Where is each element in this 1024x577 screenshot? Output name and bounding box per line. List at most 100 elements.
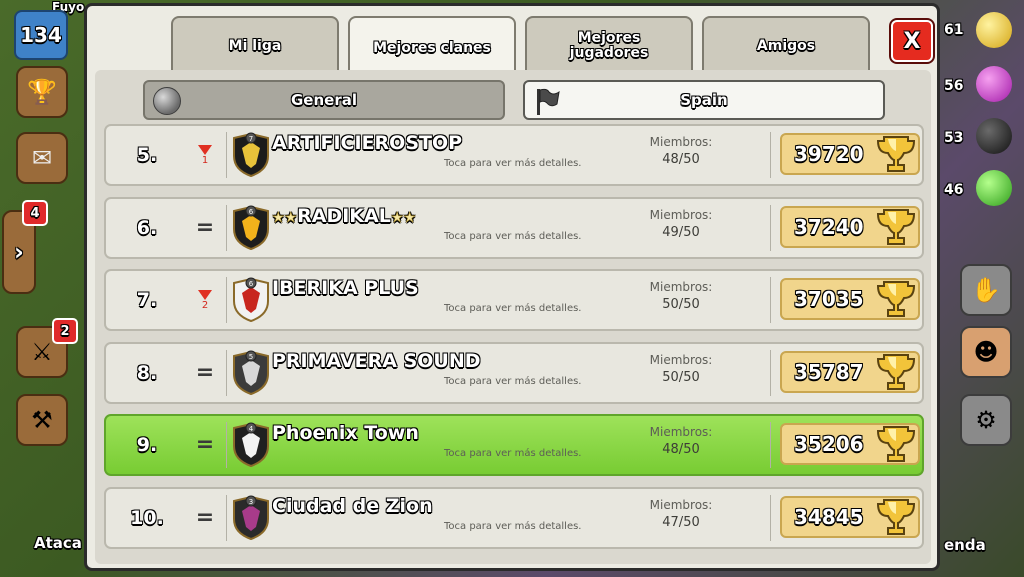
trophy-box: 37035 bbox=[780, 278, 920, 320]
attack-label[interactable]: Ataca bbox=[34, 534, 82, 552]
filter-general-button[interactable]: General bbox=[143, 80, 505, 120]
mail-button[interactable]: ✉ bbox=[16, 132, 68, 184]
row-divider bbox=[226, 422, 227, 468]
clan-name-text: IBERIKA PLUS bbox=[272, 277, 419, 299]
trophy-box: 35787 bbox=[780, 350, 920, 393]
player-level-badge: 134 bbox=[14, 10, 68, 60]
dark-elixir-icon bbox=[976, 118, 1012, 154]
tap-hint: Toca para ver más detalles. bbox=[444, 375, 582, 387]
rank-change: 1 bbox=[192, 126, 218, 184]
members-label: Miembros: bbox=[649, 135, 713, 149]
clan-name: Ciudad de Zion bbox=[272, 495, 433, 517]
clan-rank: 9. bbox=[136, 434, 158, 456]
rank-same-icon: = bbox=[195, 214, 215, 240]
row-divider bbox=[226, 277, 227, 323]
layout-edit-button[interactable]: ✋ bbox=[960, 264, 1012, 316]
members-label: Miembros: bbox=[649, 207, 713, 222]
clan-rank: 8. bbox=[136, 361, 158, 384]
trophy-box: 34845 bbox=[780, 495, 920, 538]
row-divider bbox=[770, 277, 771, 323]
row-divider bbox=[226, 132, 227, 178]
tab-top-clans[interactable]: Mejores clanes bbox=[348, 16, 516, 78]
tap-hint: Toca para ver más detalles. bbox=[444, 303, 582, 314]
character-icon: ☻ bbox=[973, 338, 999, 366]
clan-badge-red-icon: 6 bbox=[233, 277, 269, 323]
close-icon: X bbox=[903, 28, 921, 54]
leaderboard-panel: General Spain 5. 1 7 ARTIFICIEROSTOP Toca pa… bbox=[95, 70, 931, 564]
filter-country-label: Spain bbox=[680, 91, 728, 109]
rank-change: = bbox=[192, 199, 218, 257]
row-divider bbox=[226, 349, 227, 396]
clan-list[interactable]: 5. 1 7 ARTIFICIEROSTOP Toca para ver más det… bbox=[95, 124, 931, 564]
settings-button[interactable]: ⚙ bbox=[960, 394, 1012, 446]
rank-same-icon: = bbox=[195, 432, 215, 457]
members-count: 49/50 bbox=[662, 224, 700, 240]
badge-level: 6 bbox=[249, 208, 254, 216]
clan-row[interactable]: 8. = 5 PRIMAVERA SOUND Toca para ver más det… bbox=[104, 341, 924, 404]
clan-rank: 5. bbox=[136, 144, 158, 166]
dark-elixir-amount: 53 bbox=[944, 130, 964, 146]
members-info: Miembros: 49/50 bbox=[626, 207, 736, 241]
chat-button[interactable]: ☻ bbox=[960, 326, 1012, 378]
hammer-icon: ⚒ bbox=[31, 406, 53, 434]
star-icon: ★★ bbox=[272, 209, 298, 226]
members-count: 48/50 bbox=[662, 442, 700, 457]
clan-row[interactable]: 5. 1 7 ARTIFICIEROSTOP Toca para ver más det… bbox=[104, 124, 924, 186]
gem-amount: 46 bbox=[944, 182, 964, 198]
rank-change: = bbox=[192, 416, 218, 474]
clan-row[interactable]: 6. = 6 ★★RADIKAL★★ Toca para ver más detalle… bbox=[104, 196, 924, 259]
elixir-icon bbox=[976, 66, 1012, 102]
badge-level: 7 bbox=[249, 135, 253, 143]
filter-country-button[interactable]: Spain bbox=[523, 80, 885, 120]
tab-label: Mejores clanes bbox=[373, 39, 491, 56]
hand-icon: ✋ bbox=[971, 276, 1001, 304]
members-info: Miembros: 50/50 bbox=[626, 352, 736, 386]
trophy-button[interactable]: 🏆 bbox=[16, 66, 68, 118]
globe-icon bbox=[153, 87, 181, 115]
clan-name: ★★RADIKAL★★ bbox=[272, 205, 417, 227]
swords-icon: ⚔ bbox=[31, 338, 53, 366]
clan-name: Phoenix Town bbox=[272, 422, 419, 444]
trophy-icon bbox=[876, 281, 916, 317]
tab-top-players[interactable]: Mejores jugadores bbox=[525, 16, 693, 74]
rank-change: = bbox=[192, 344, 218, 402]
tab-label: Mejores jugadores bbox=[569, 30, 649, 61]
clan-name: IBERIKA PLUS bbox=[272, 277, 419, 299]
clan-name: ARTIFICIEROSTOP bbox=[272, 132, 462, 154]
clan-badge-dark-icon: 3 bbox=[233, 495, 269, 540]
flag-icon bbox=[537, 88, 560, 115]
trophy-icon bbox=[876, 353, 916, 390]
war-notification-badge: 4 bbox=[22, 200, 48, 226]
rank-same-icon: = bbox=[195, 359, 215, 385]
trophy-box: 37240 bbox=[780, 205, 920, 248]
members-label: Miembros: bbox=[649, 280, 713, 294]
row-divider bbox=[770, 132, 771, 178]
clan-name-text: PRIMAVERA SOUND bbox=[272, 349, 481, 372]
rank-change-number: 2 bbox=[201, 299, 209, 311]
rank-change: 2 bbox=[192, 271, 218, 329]
rank-down-icon bbox=[198, 144, 212, 155]
rank-down-icon bbox=[198, 289, 212, 300]
members-count: 47/50 bbox=[662, 514, 700, 530]
trophy-count: 35787 bbox=[794, 359, 864, 384]
members-count: 50/50 bbox=[662, 369, 700, 385]
clan-badge-black-icon: 7 bbox=[233, 132, 269, 178]
close-button[interactable]: X bbox=[891, 20, 933, 62]
tap-hint: Toca para ver más detalles. bbox=[444, 520, 582, 532]
members-info: Miembros: 48/50 bbox=[626, 424, 736, 458]
shop-label[interactable]: enda bbox=[944, 536, 986, 554]
tap-hint: Toca para ver más detalles. bbox=[444, 230, 582, 242]
clan-row[interactable]: 9. = 4 Phoenix Town Toca para ver más detall… bbox=[104, 414, 924, 476]
tab-label: Mi liga bbox=[228, 37, 282, 54]
clan-row[interactable]: 10. = 3 Ciudad de Zion Toca para ver más det… bbox=[104, 486, 924, 549]
chevron-right-icon: › bbox=[14, 238, 24, 266]
members-info: Miembros: 48/50 bbox=[626, 134, 736, 168]
tab-my-league[interactable]: Mi liga bbox=[171, 16, 339, 74]
row-divider bbox=[226, 204, 227, 251]
badge-level: 4 bbox=[249, 425, 254, 433]
clan-name: PRIMAVERA SOUND bbox=[272, 350, 481, 372]
tap-hint: Toca para ver más detalles. bbox=[444, 448, 582, 459]
clan-row[interactable]: 7. 2 6 IBERIKA PLUS Toca para ver más detall… bbox=[104, 269, 924, 331]
builder-button[interactable]: ⚒ bbox=[16, 394, 68, 446]
tab-friends[interactable]: Amigos bbox=[702, 16, 870, 74]
